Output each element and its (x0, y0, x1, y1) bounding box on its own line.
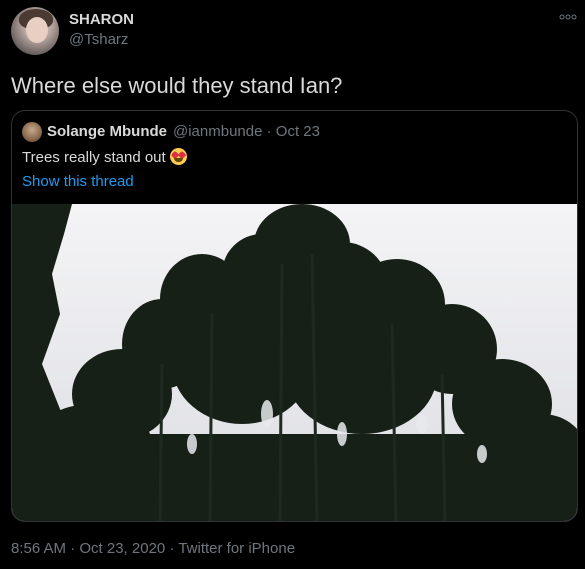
quoted-tweet[interactable]: Solange Mbunde @ianmbunde · Oct 23 Trees… (11, 110, 578, 522)
tweet-card: SHARON @Tsharz Where else would they sta… (0, 0, 585, 569)
quoted-author-avatar[interactable] (22, 122, 42, 142)
quoted-author-name[interactable]: Solange Mbunde (47, 123, 167, 140)
author-handle[interactable]: @Tsharz (69, 31, 128, 48)
quoted-tweet-text: Trees really stand out (22, 149, 166, 166)
tweet-text: Where else would they stand Ian? (11, 73, 343, 98)
tweet-timestamp-source[interactable]: 8:56 AM · Oct 23, 2020 · Twitter for iPh… (11, 540, 295, 557)
author-avatar[interactable] (11, 7, 59, 55)
show-thread-link[interactable]: Show this thread (22, 173, 134, 190)
trees-photo[interactable] (12, 204, 577, 521)
more-dots-icon[interactable] (559, 13, 577, 21)
quoted-author-meta: @ianmbunde · Oct 23 (173, 123, 320, 140)
trees-photo-graphic (12, 204, 577, 521)
quoted-tweet-text-line: Trees really stand out (22, 148, 187, 166)
heart-eyes-emoji-icon (169, 148, 187, 165)
avatar-face (26, 17, 48, 43)
author-display-name[interactable]: SHARON (69, 11, 134, 28)
